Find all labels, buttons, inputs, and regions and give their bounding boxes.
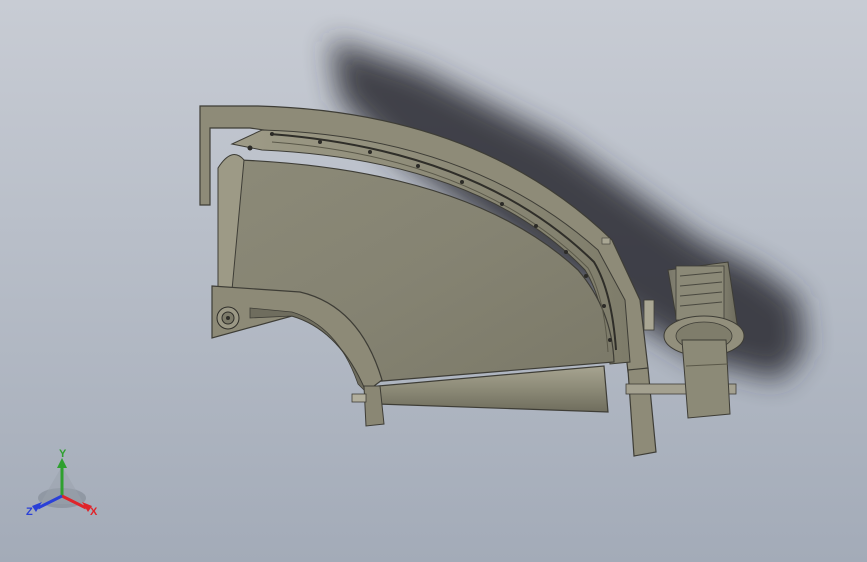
cad-graphics-viewport[interactable]: Y X Z xyxy=(0,0,867,562)
orientation-triad: Y X Z xyxy=(26,448,98,518)
inner-bearing xyxy=(216,306,240,330)
roller-end-plate-left xyxy=(363,385,385,427)
y-axis-label: Y xyxy=(59,448,67,460)
x-axis-label: X xyxy=(90,506,98,518)
roller-end-plate-right xyxy=(627,367,657,457)
roller-shaft-left xyxy=(351,393,367,403)
curved-conveyor-model-view[interactable] xyxy=(0,0,867,562)
z-axis-label: Z xyxy=(26,506,33,518)
